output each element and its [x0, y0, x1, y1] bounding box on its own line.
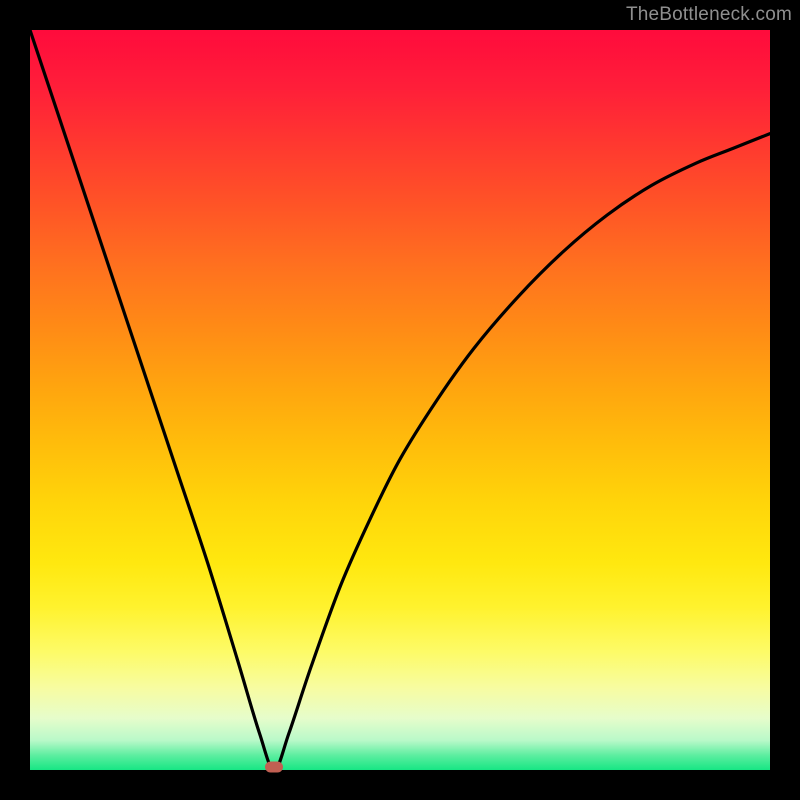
bottleneck-curve: [30, 30, 770, 770]
optimal-point-marker: [265, 762, 283, 773]
curve-line: [30, 30, 770, 770]
chart-frame: TheBottleneck.com: [0, 0, 800, 800]
watermark-text: TheBottleneck.com: [626, 4, 792, 26]
